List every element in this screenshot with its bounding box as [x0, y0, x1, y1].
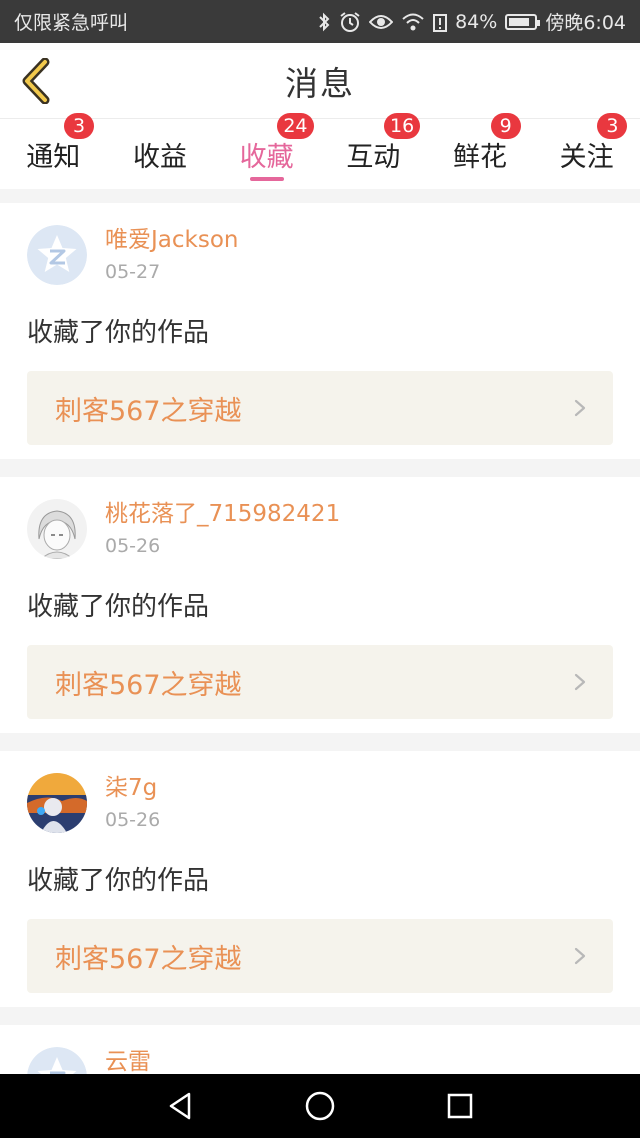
tab-3[interactable]: 互动 16: [320, 113, 427, 189]
avatar[interactable]: [27, 773, 87, 833]
message-card: 唯爱Jackson 05-27 收藏了你的作品刺客567之穿越: [0, 203, 640, 459]
battery-fill: [509, 17, 530, 26]
user-meta: 云雷: [105, 1047, 151, 1077]
home-circle-icon: [305, 1091, 335, 1121]
chevron-left-icon: [22, 58, 50, 104]
tab-label: 通知: [26, 141, 81, 173]
wifi-icon: [402, 13, 424, 30]
username-link[interactable]: 桃花落了_715982421: [105, 501, 340, 529]
work-link[interactable]: 刺客567之穿越: [27, 645, 613, 719]
tab-badge: 9: [490, 113, 521, 139]
message-date: 05-26: [105, 808, 161, 831]
work-title: 刺客567之穿越: [55, 395, 242, 427]
nav-home-button[interactable]: [300, 1086, 340, 1126]
tab-badge: 3: [64, 113, 94, 139]
message-date: 05-27: [105, 260, 161, 283]
status-icons: 84% 傍晚6:04: [317, 8, 626, 35]
nav-back-button[interactable]: [160, 1086, 200, 1126]
message-date: 05-26: [105, 534, 161, 557]
avatar[interactable]: [27, 499, 87, 559]
back-triangle-icon: [169, 1092, 191, 1120]
recents-square-icon: [447, 1093, 473, 1119]
clock-text: 傍晚6:04: [545, 12, 626, 34]
tab-label: 收藏: [239, 141, 294, 173]
tab-label: 互动: [346, 141, 401, 173]
bluetooth-icon: [319, 12, 330, 31]
chevron-right-icon: [574, 399, 586, 417]
avatar[interactable]: [27, 225, 87, 285]
battery-icon: [505, 13, 541, 30]
user-meta: 桃花落了_715982421 05-26: [105, 499, 340, 557]
tab-2[interactable]: 收藏 24: [213, 113, 320, 189]
tab-badge: 16: [384, 113, 421, 139]
header: 消息: [0, 43, 640, 119]
tab-badge: 24: [277, 113, 314, 139]
tab-0[interactable]: 通知 3: [0, 113, 107, 189]
message-list: 唯爱Jackson 05-27 收藏了你的作品 刺客567之穿越 桃花落了_715982…: [0, 203, 640, 1103]
username-link[interactable]: 唯爱Jackson: [105, 227, 238, 255]
page-title: 消息: [285, 63, 355, 103]
action-text: 收藏了你的作品: [27, 318, 210, 348]
alarm-icon: [340, 11, 360, 32]
work-title: 刺客567之穿越: [55, 669, 242, 701]
message-card: 柒7g 05-26 收藏了你的作品刺客567之穿越: [0, 751, 640, 1007]
default-avatar-icon: [27, 225, 87, 285]
chevron-right-icon: [574, 673, 586, 691]
battery-percent: 84%: [455, 10, 498, 33]
system-nav-bar: [0, 1074, 640, 1138]
tab-1[interactable]: 收益: [107, 119, 214, 189]
active-tab-indicator: [249, 177, 284, 181]
user-row: 唯爱Jackson 05-27: [27, 225, 613, 297]
eye-icon: [369, 14, 394, 29]
avatar-image: [27, 499, 87, 559]
username-link[interactable]: 云雷: [105, 1049, 151, 1077]
user-meta: 唯爱Jackson 05-27: [105, 225, 238, 283]
work-title: 刺客567之穿越: [55, 943, 242, 975]
tab-label: 关注: [559, 141, 614, 173]
tab-bar: 通知 3 收益 收藏 24 互动 16 鲜花 9 关注 3: [0, 113, 640, 189]
avatar-image: [27, 773, 87, 833]
tab-4[interactable]: 鲜花 9: [427, 113, 534, 189]
chevron-right-icon: [574, 947, 586, 965]
message-card: 桃花落了_715982421 05-26 收藏了你的作品刺客567之穿越: [0, 477, 640, 733]
user-row: 桃花落了_715982421 05-26: [27, 499, 613, 571]
carrier-text: 仅限紧急呼叫: [14, 12, 129, 34]
work-link[interactable]: 刺客567之穿越: [27, 371, 613, 445]
tab-5[interactable]: 关注 3: [533, 113, 640, 189]
status-bar: 仅限紧急呼叫 84% 傍晚6:04: [0, 0, 640, 43]
user-row: 柒7g 05-26: [27, 773, 613, 845]
tab-badge: 3: [597, 113, 628, 139]
user-meta: 柒7g 05-26: [105, 773, 160, 831]
username-link[interactable]: 柒7g: [105, 775, 160, 803]
action-text: 收藏了你的作品: [27, 592, 210, 622]
tab-label: 鲜花: [452, 141, 507, 173]
back-button[interactable]: [14, 55, 58, 107]
tab-label: 收益: [132, 141, 187, 173]
work-link[interactable]: 刺客567之穿越: [27, 919, 613, 993]
battery-alert-icon: [433, 13, 448, 32]
action-text: 收藏了你的作品: [27, 866, 210, 896]
nav-recents-button[interactable]: [440, 1086, 480, 1126]
